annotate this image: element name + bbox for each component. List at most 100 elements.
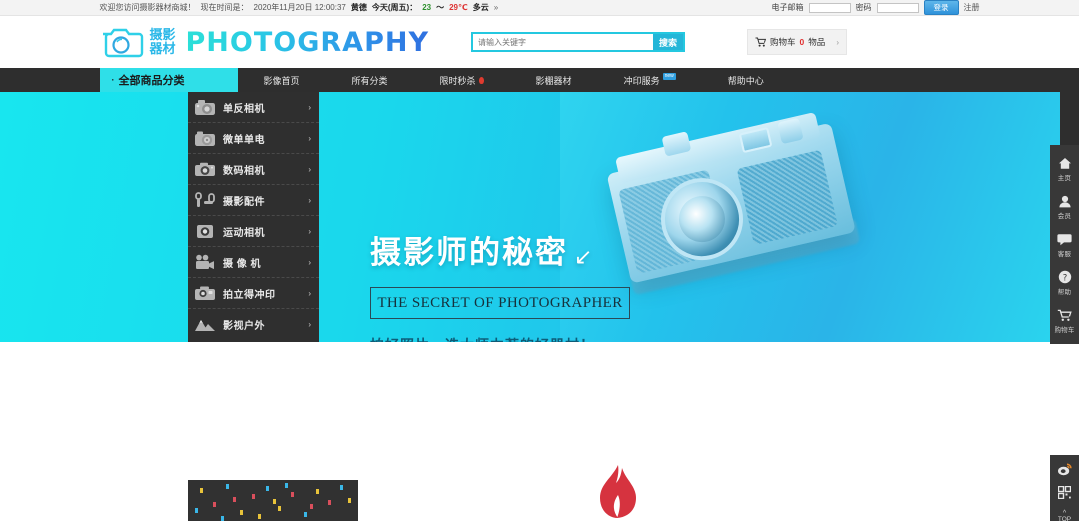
sidebar-item-camcorder[interactable]: 摄 像 机 › <box>188 247 319 278</box>
nav-inner: · 全部商品分类 影像首页 所有分类 限时秒杀 影棚器材 冲印服务 new 帮助… <box>99 68 980 92</box>
nav-item-flash-sale[interactable]: 限时秒杀 <box>414 74 510 87</box>
weather-city: 黄德 <box>350 3 367 12</box>
sidebar-item-label: 影视户外 <box>223 321 265 332</box>
instant-camera-icon <box>194 284 216 302</box>
current-time-label: 现在时间是： <box>200 3 249 12</box>
mirrorless-camera-icon <box>194 129 216 147</box>
action-camera-icon <box>194 222 216 240</box>
sidebar-item-label: 微单单电 <box>223 134 265 146</box>
chevron-right-icon: › <box>308 288 311 298</box>
confetti-banner[interactable] <box>188 480 358 521</box>
help-icon: ? <box>1058 270 1072 284</box>
rail-item-label: 客服 <box>1057 250 1072 258</box>
nav-item-help-center[interactable]: 帮助中心 <box>702 74 790 87</box>
register-link[interactable]: 注册 <box>964 2 980 13</box>
sidebar-item-label: 摄 像 机 <box>223 258 262 270</box>
top-bar-inner: 欢迎您访问摄影器材商城！ 现在时间是： 2020年11月20日 12:00:37… <box>100 0 980 15</box>
sidebar-item-dslr[interactable]: 单反相机 › <box>188 92 319 123</box>
nav-item-print-service[interactable]: 冲印服务 new <box>598 72 702 87</box>
welcome-text: 欢迎您访问摄影器材商城！ <box>99 3 196 12</box>
main-nav: · 全部商品分类 影像首页 所有分类 限时秒杀 影棚器材 冲印服务 new 帮助… <box>0 68 1079 92</box>
rail-item-support[interactable]: 客服 <box>1050 226 1079 264</box>
sidebar-item-label: 单反相机 <box>223 103 265 115</box>
sidebar-item-accessories[interactable]: 摄影配件 › <box>188 185 319 216</box>
hero-title: 摄影师的秘密 <box>370 235 568 270</box>
sidebar-item-mirrorless[interactable]: 微单单电 › <box>188 123 319 154</box>
rail-item-home[interactable]: 主页 <box>1050 150 1079 188</box>
chevron-right-icon: › <box>308 195 311 205</box>
top-bar: 欢迎您访问摄影器材商城！ 现在时间是： 2020年11月20日 12:00:37… <box>0 0 1079 16</box>
current-time-value: 2020年11月20日 12:00:37 <box>253 3 346 12</box>
nav-item-studio-gear[interactable]: 影棚器材 <box>510 74 598 87</box>
rail-item-label: 会员 <box>1057 212 1072 220</box>
sidebar-item-instant-print[interactable]: 拍立得冲印 › <box>188 278 319 309</box>
hero-banner[interactable]: 摄影师的秘密 ↙ THE SECRET OF PHOTOGRAPHER 拍好照片… <box>0 92 1079 342</box>
hero-tagline: 拍好照片，选大师力荐的好器材！ <box>370 335 630 342</box>
nav-item-label: 冲印服务 <box>623 75 660 86</box>
logo-english: PHOTOGRAPHY <box>185 26 430 58</box>
rail-item-label: 帮助 <box>1057 289 1072 296</box>
user-icon <box>1058 195 1072 208</box>
svg-text:?: ? <box>1062 273 1067 283</box>
weather-temp-low: 23 <box>422 3 432 12</box>
cart-button[interactable]: 购物车 0 物品 › <box>747 29 848 55</box>
outdoor-icon <box>194 316 216 334</box>
vintage-camera-icon <box>600 92 880 303</box>
all-categories-button[interactable]: · 全部商品分类 <box>99 68 238 92</box>
chevron-right-icon: › <box>308 164 311 174</box>
nav-item-all-categories[interactable]: 所有分类 <box>326 74 414 87</box>
chevron-right-icon: › <box>308 102 311 112</box>
weather-weekday: 今天(周五)： <box>371 3 418 12</box>
sidebar-item-outdoor[interactable]: 影视户外 › <box>188 309 319 340</box>
cart-unit: 物品 <box>808 37 826 47</box>
top-bar-login: 电子邮箱 密码 登录 注册 <box>772 0 980 15</box>
search-button[interactable]: 搜索 <box>653 34 684 50</box>
email-field[interactable] <box>808 2 851 13</box>
email-label: 电子邮箱 <box>771 3 804 12</box>
chevron-right-icon: › <box>308 320 311 329</box>
hero-title-row: 摄影师的秘密 ↙ <box>370 237 630 268</box>
chevron-right-icon: › <box>308 133 311 143</box>
rail-item-cart[interactable]: 购物车 <box>1050 302 1079 340</box>
sidebar-item-compact[interactable]: 数码相机 › <box>188 154 319 185</box>
dslr-camera-icon <box>194 98 216 116</box>
search-area: 搜索 <box>471 32 686 52</box>
password-field[interactable] <box>876 2 919 13</box>
sidebar-item-action-camera[interactable]: 运动相机 › <box>188 216 319 247</box>
chevron-right-icon: › <box>836 37 840 47</box>
rail-item-member[interactable]: 会员 <box>1050 188 1079 226</box>
sidebar-item-label: 数码相机 <box>223 165 265 177</box>
weather-condition: 多云 <box>472 3 489 12</box>
logo-cn-line2: 器材 <box>149 41 176 56</box>
nav-item-label: 所有分类 <box>351 75 388 86</box>
search-input[interactable] <box>473 34 654 50</box>
rail-item-label: 主页 <box>1057 174 1072 182</box>
nav-item-label: 帮助中心 <box>727 75 764 86</box>
search-box: 搜索 <box>471 32 686 52</box>
cart-icon <box>755 37 767 47</box>
back-to-top-label: TOP <box>1057 515 1072 521</box>
nav-item-label: 限时秒杀 <box>439 75 476 86</box>
back-to-top-icon: ^ TOP <box>1058 510 1071 521</box>
rail-item-qrcode[interactable] <box>1050 482 1079 505</box>
floating-toolbar: 主页 会员 客服 ? 帮助 购物车 <box>1050 145 1079 344</box>
chevron-right-icon: › <box>308 226 311 236</box>
cart-label: 购物车 <box>770 37 796 47</box>
weather-more-arrow[interactable]: » <box>494 3 498 12</box>
bottom-section <box>0 466 1079 521</box>
nav-links: 影像首页 所有分类 限时秒杀 影棚器材 冲印服务 new 帮助中心 <box>238 68 980 92</box>
hero-subtitle-en: THE SECRET OF PHOTOGRAPHER <box>377 294 623 311</box>
nav-item-home[interactable]: 影像首页 <box>238 74 326 87</box>
rail-item-help[interactable]: ? 帮助 <box>1050 264 1079 302</box>
nav-item-label: 影像首页 <box>263 75 300 86</box>
back-to-top-button[interactable]: ^ TOP <box>1050 505 1079 521</box>
product-band: 摄影必备 PHOTOGRAPHY NECESSARY 镜头 <box>0 342 1079 466</box>
login-button[interactable]: 登录 <box>923 0 959 15</box>
site-logo[interactable]: 摄影 器材 PHOTOGRAPHY <box>100 25 430 59</box>
rail-item-weibo[interactable] <box>1050 459 1079 482</box>
home-icon <box>1058 157 1072 170</box>
chevron-right-icon: › <box>308 257 311 267</box>
hot-flame-icon <box>478 76 484 84</box>
logo-chinese: 摄影 器材 <box>149 27 176 56</box>
sidebar-item-label: 摄影配件 <box>223 196 265 208</box>
